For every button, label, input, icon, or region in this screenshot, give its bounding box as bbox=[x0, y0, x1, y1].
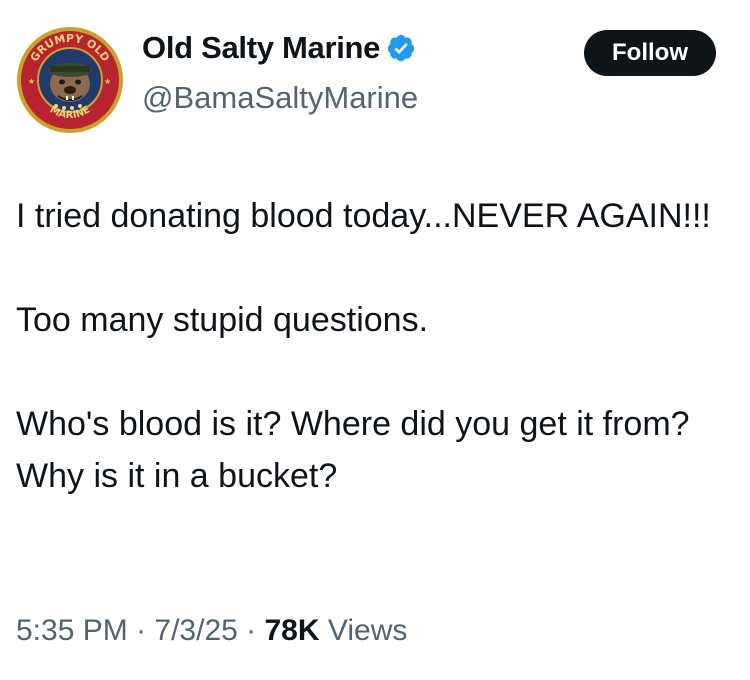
meta-separator: · bbox=[237, 614, 265, 647]
tweet-date[interactable]: 7/3/25 bbox=[154, 614, 237, 647]
tweet-paragraph: Too many stupid questions. bbox=[16, 301, 429, 339]
avatar[interactable]: GRUMPY OLD MARINE ★ ★ bbox=[16, 26, 124, 134]
follow-button[interactable]: Follow bbox=[584, 30, 716, 76]
author-name-row: Old Salty Marine bbox=[142, 30, 416, 66]
bulldog-marine-logo-icon: GRUMPY OLD MARINE ★ ★ bbox=[17, 27, 123, 133]
svg-text:★: ★ bbox=[104, 77, 111, 86]
tweet-card: GRUMPY OLD MARINE ★ ★ Old Salty Marine @… bbox=[0, 0, 750, 680]
svg-text:★: ★ bbox=[28, 77, 35, 86]
tweet-paragraph: Who's blood is it? Where did you get it … bbox=[16, 405, 690, 495]
meta-separator: · bbox=[127, 614, 155, 647]
views-label: Views bbox=[319, 614, 408, 647]
author-handle[interactable]: @BamaSaltyMarine bbox=[142, 80, 418, 116]
tweet-text: I tried donating blood today...NEVER AGA… bbox=[16, 190, 716, 502]
tweet-paragraph: I tried donating blood today...NEVER AGA… bbox=[16, 197, 711, 235]
verified-badge-icon[interactable] bbox=[386, 33, 416, 63]
tweet-time[interactable]: 5:35 PM bbox=[16, 614, 128, 647]
author-display-name[interactable]: Old Salty Marine bbox=[142, 30, 380, 66]
views-count: 78K bbox=[264, 614, 320, 647]
tweet-meta: 5:35 PM · 7/3/25 · 78K Views bbox=[16, 614, 407, 648]
